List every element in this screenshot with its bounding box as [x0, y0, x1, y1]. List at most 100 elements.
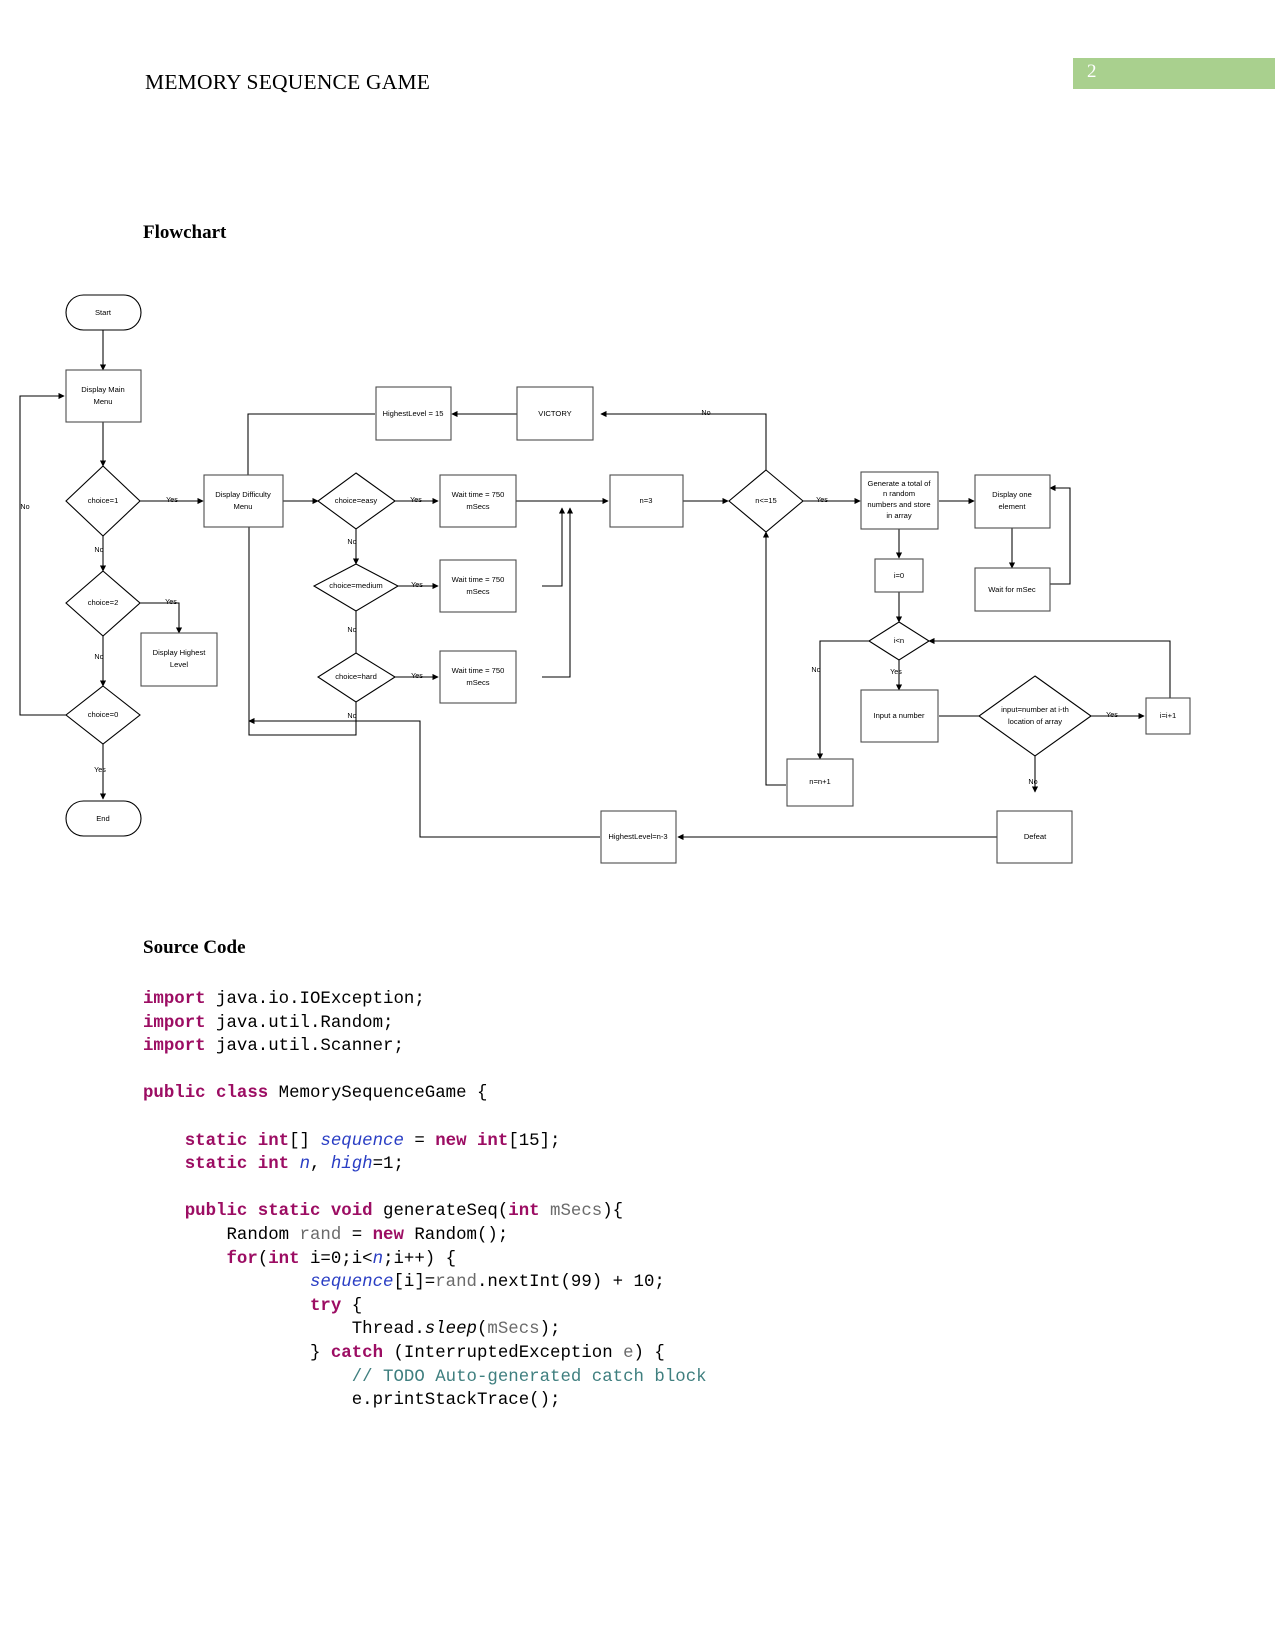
- code-token-mth: sleep: [424, 1320, 477, 1340]
- flowchart-diagram: Start Display Main Menu choice=1 choice=…: [0, 280, 1275, 880]
- edge-label-hard-yes: Yes: [411, 671, 423, 680]
- flow-node-wait-medium: [439, 559, 517, 613]
- code-token-kw: public static void: [184, 1202, 373, 1222]
- code-token-plain: ){: [602, 1202, 624, 1222]
- code-token-cmt: Auto-generated catch block: [424, 1367, 707, 1387]
- code-line: Thread.sleep(mSecs);: [143, 1318, 1143, 1342]
- code-token-plain: Random();: [403, 1225, 509, 1245]
- source-code-section-heading: Source Code: [143, 937, 246, 958]
- flow-node-display-main-menu: [65, 369, 142, 423]
- code-token-plain: e.printStackTrace();: [143, 1391, 561, 1411]
- code-token-kw: int: [508, 1202, 540, 1222]
- page-number-badge: 2: [1073, 58, 1275, 89]
- flow-node-victory-label: VICTORY: [538, 409, 571, 418]
- flow-node-input-matches-line1: input=number at i-th: [1001, 705, 1069, 714]
- flow-node-choice-2-label: choice=2: [88, 598, 119, 607]
- code-token-cmt: //: [351, 1367, 384, 1387]
- code-token-plain: java.io.IOException;: [205, 990, 425, 1009]
- edge-label-choice0-no: No: [20, 502, 29, 511]
- code-token-kw: catch: [330, 1343, 384, 1363]
- code-token-plain: Random: [143, 1225, 300, 1245]
- code-token-kw: static int: [184, 1131, 290, 1151]
- flow-node-wait-easy-line1: Wait time = 750: [452, 490, 505, 499]
- code-token-kw: new: [372, 1225, 404, 1245]
- code-token-fld: high: [330, 1155, 373, 1175]
- code-line: e.printStackTrace();: [143, 1389, 1143, 1413]
- code-token-plain: ) {: [633, 1343, 665, 1363]
- code-token-kw: int: [268, 1249, 300, 1269]
- code-token-kw: import: [143, 1037, 206, 1057]
- edge-label-choice0-yes: Yes: [94, 765, 106, 774]
- flow-node-start-label: Start: [95, 308, 112, 317]
- flow-node-wait-hard-line2: mSecs: [466, 678, 489, 687]
- edge-label-iltn-yes: Yes: [890, 667, 902, 676]
- code-token-plain: ,: [310, 1155, 331, 1175]
- code-token-loc: rand: [435, 1273, 477, 1293]
- flow-node-defeat-label: Defeat: [1024, 832, 1047, 841]
- flow-node-display-highest-level-line2: Level: [170, 660, 188, 669]
- flow-node-display-one-element-line2: element: [998, 502, 1026, 511]
- code-line: try {: [143, 1295, 1143, 1319]
- code-line: for(int i=0;i<n;i++) {: [143, 1248, 1143, 1272]
- code-token-plain: i=0;i<: [299, 1249, 373, 1269]
- flow-node-wait-hard: [439, 650, 517, 704]
- flow-node-choice-medium-label: choice=medium: [329, 581, 382, 590]
- code-token-fld: n: [372, 1249, 384, 1269]
- code-line: import java.util.Scanner;: [143, 1035, 1143, 1059]
- flowchart-section-heading: Flowchart: [143, 222, 227, 243]
- code-token-plain: ;i++) {: [383, 1249, 457, 1269]
- flow-node-input-matches-line2: location of array: [1008, 717, 1062, 726]
- edge-label-match-no: No: [1028, 777, 1037, 786]
- flow-node-display-difficulty-menu-line2: Menu: [234, 502, 253, 511]
- flow-node-choice-0-label: choice=0: [88, 710, 119, 719]
- code-line: static int n, high=1;: [143, 1153, 1143, 1177]
- edge-label-choice1-no: No: [94, 545, 103, 554]
- code-token-plain: MemorySequenceGame {: [268, 1084, 488, 1104]
- flow-node-generate-random-line3: numbers and store: [867, 500, 930, 509]
- code-token-plain: java.util.Random;: [205, 1013, 394, 1033]
- flow-node-generate-random-line1: Generate a total of: [868, 479, 932, 488]
- edge-label-match-yes: Yes: [1106, 710, 1118, 719]
- flow-node-choice-hard-label: choice=hard: [335, 672, 377, 681]
- flow-node-n-le-15-label: n<=15: [755, 496, 777, 505]
- code-line: static int[] sequence = new int[15];: [143, 1130, 1143, 1154]
- flow-node-wait-easy-line2: mSecs: [466, 502, 489, 511]
- code-line: Random rand = new Random();: [143, 1224, 1143, 1248]
- flow-node-highest-level-n3-label: HighestLevel=n-3: [608, 832, 667, 841]
- code-token-plain: =1;: [372, 1155, 404, 1175]
- flow-node-i-increment-label: i=i+1: [1160, 711, 1176, 720]
- edge-label-medium-no: No: [347, 625, 356, 634]
- page-title: MEMORY SEQUENCE GAME: [145, 70, 431, 94]
- flow-node-input-a-number-label: Input a number: [873, 711, 925, 720]
- code-token-plain: );: [539, 1320, 561, 1340]
- code-token-kw: import: [143, 990, 206, 1009]
- code-token-fld: n: [299, 1155, 310, 1175]
- code-token-plain: =: [341, 1225, 373, 1245]
- code-token-plain: =: [403, 1131, 436, 1151]
- page-number-value: 2: [1087, 61, 1097, 82]
- edge-label-choice2-yes: Yes: [165, 597, 177, 606]
- flow-node-display-highest-level-line1: Display Highest: [153, 648, 207, 657]
- code-token-fld: sequence: [309, 1273, 394, 1293]
- flow-node-input-matches: [978, 675, 1092, 757]
- flow-node-display-main-menu-line2: Menu: [94, 397, 113, 406]
- code-line: import java.io.IOException;: [143, 988, 1143, 1012]
- flow-node-wait-medium-line2: mSecs: [466, 587, 489, 596]
- flow-node-i-lt-n-label: i<n: [894, 636, 904, 645]
- code-token-kw: public class: [143, 1084, 269, 1104]
- code-token-kw: static int: [184, 1155, 290, 1175]
- flow-node-wait-easy: [439, 474, 517, 528]
- flow-node-n-increment-label: n=n+1: [809, 777, 831, 786]
- flow-node-display-one-element-line1: Display one: [992, 490, 1032, 499]
- code-token-plain: .nextInt(99) + 10;: [476, 1273, 665, 1293]
- flow-node-display-difficulty-menu-line1: Display Difficulty: [215, 490, 271, 499]
- code-token-plain: }: [143, 1343, 331, 1363]
